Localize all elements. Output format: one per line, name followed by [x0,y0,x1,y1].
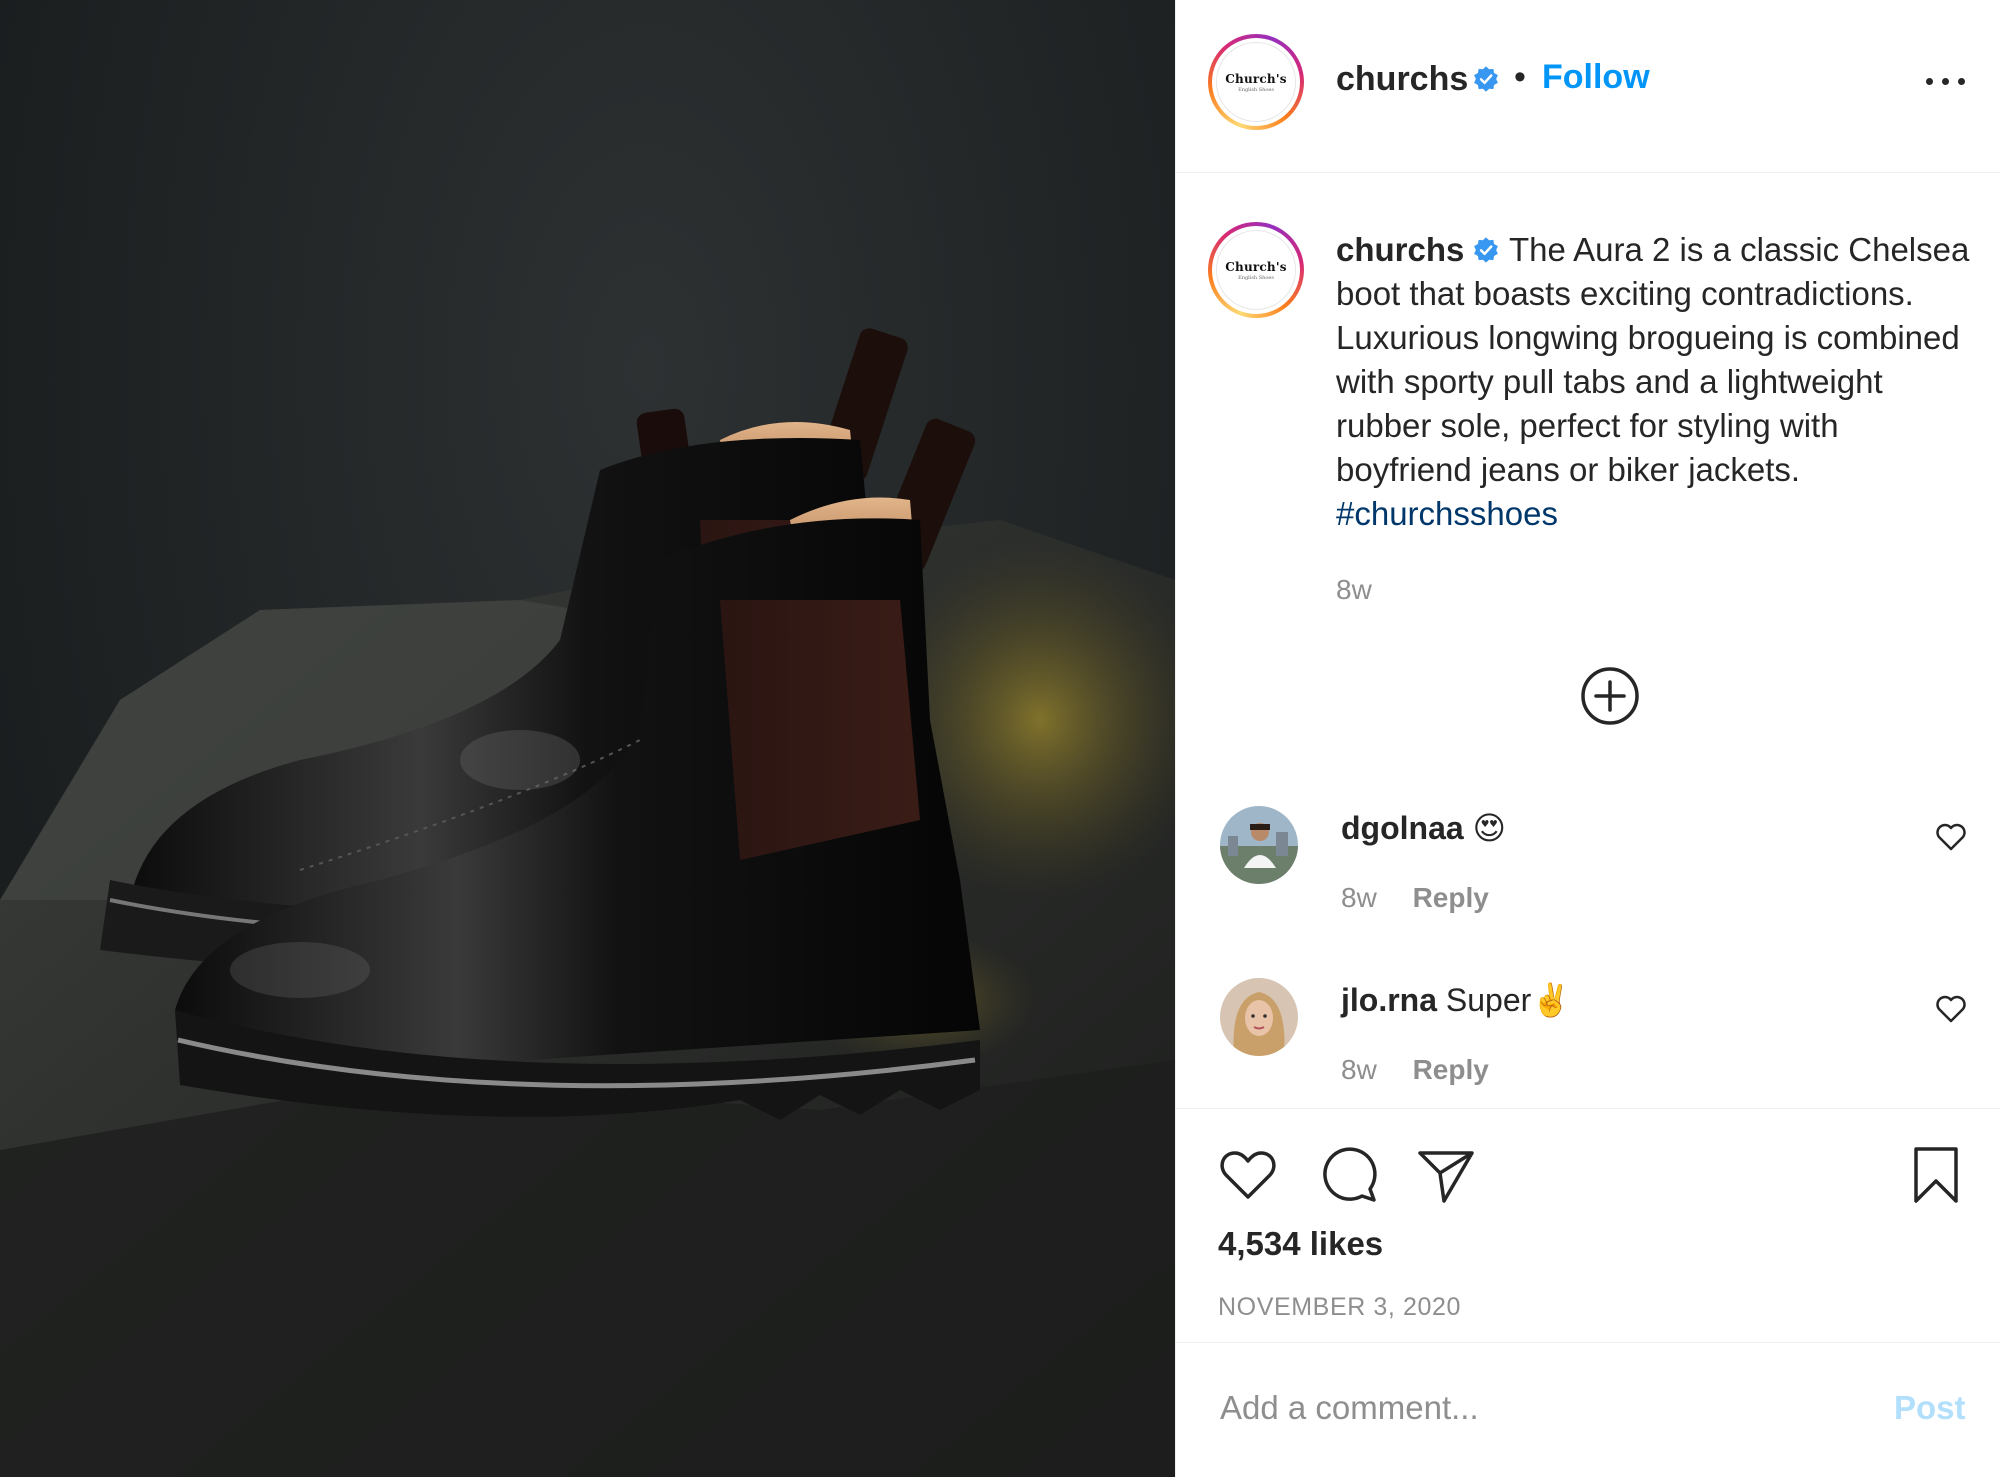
post-action-bar: 4,534 likes NOVEMBER 3, 2020 [1176,1108,2000,1343]
commenter-avatar[interactable] [1220,806,1298,884]
comment-like-heart-icon[interactable] [1934,992,1968,1026]
reply-button[interactable]: Reply [1413,1054,1489,1085]
comment-timestamp[interactable]: 8w [1341,882,1377,913]
post-caption: churchs The Aura 2 is a classic Chelsea … [1336,228,1976,536]
profile-avatar[interactable]: Church's English Shoes [1208,34,1304,130]
likes-count[interactable]: 4,534 likes [1218,1225,1383,1263]
hashtag-link[interactable]: #churchsshoes [1336,495,1558,532]
more-options-icon[interactable] [1924,58,1968,102]
caption-avatar-sub-text: English Shoes [1238,274,1274,281]
reply-button[interactable]: Reply [1413,882,1489,913]
paper-plane-icon[interactable] [1414,1143,1478,1207]
header-username[interactable]: churchs [1336,60,1468,99]
verified-badge-icon [1474,237,1499,263]
verified-badge-icon [1474,66,1498,92]
heart-icon[interactable] [1216,1143,1280,1207]
add-comment-bar: Post [1176,1342,2000,1478]
header-separator: • [1514,58,1526,96]
caption-avatar-brand-text: Church's [1225,259,1287,274]
caption-text: The Aura 2 is a classic Chelsea boot tha… [1336,231,1970,488]
caption-timestamp[interactable]: 8w [1336,574,1372,606]
commenter-avatar[interactable] [1220,978,1298,1056]
post-comment-button[interactable]: Post [1894,1389,1966,1427]
load-more-comments-icon[interactable] [1578,664,1642,728]
comment-username[interactable]: dgolnaa [1341,810,1464,846]
post-photo[interactable] [0,0,1175,1477]
comment-item: jlo.rna Super✌️ 8w Reply [1176,978,2000,1118]
comment-text: Super✌️ [1445,982,1572,1018]
caption-username[interactable]: churchs [1336,231,1464,268]
comment-input[interactable] [1218,1377,1862,1439]
comment-bubble-icon[interactable] [1316,1143,1380,1207]
avatar-sub-text: English Shoes [1238,86,1274,93]
bookmark-icon[interactable] [1906,1143,1966,1207]
avatar-brand-text: Church's [1225,71,1287,86]
follow-button[interactable]: Follow [1542,58,1650,97]
comment-item: dgolnaa 😍 8w Reply [1176,806,2000,946]
comment-like-heart-icon[interactable] [1934,820,1968,854]
comment-text: 😍 [1472,810,1506,846]
post-detail-panel: Church's English Shoes churchs • Follow … [1175,0,2000,1477]
post-date[interactable]: NOVEMBER 3, 2020 [1218,1293,1461,1322]
post-header: Church's English Shoes churchs • Follow [1176,0,2000,173]
comment-timestamp[interactable]: 8w [1341,1054,1377,1085]
comment-username[interactable]: jlo.rna [1341,982,1437,1018]
boots-on-rock-image [0,328,1175,1477]
caption-avatar[interactable]: Church's English Shoes [1208,222,1304,318]
